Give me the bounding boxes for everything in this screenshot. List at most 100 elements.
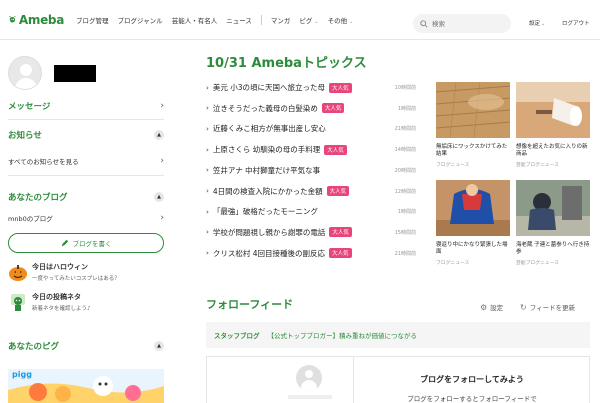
chevron-down-icon: ⌄ — [541, 21, 546, 27]
nav-news[interactable]: ニュース — [226, 15, 252, 25]
message-section[interactable]: メッセージ › — [8, 100, 164, 112]
topic-item[interactable]: › 4日間の検査入院にかかった金額 大人気 12時間前 — [206, 186, 416, 197]
post-idea-tip[interactable]: 今日の投稿ネタ 新着ネタを確認しよう♪ — [8, 292, 91, 312]
tip-subtitle: 一度やってみたいコスプレはある？ — [32, 276, 120, 282]
nav-separator — [260, 14, 262, 25]
news-caption: 寝返り中にかなり緊張した場面 — [436, 242, 508, 256]
blog-name: mnb0のブログ — [8, 215, 53, 223]
avatar-head — [20, 64, 32, 76]
topic-item[interactable]: › 泣きそうだった義母の白髪染め 大人気 1時間前 — [206, 103, 416, 114]
pigg-banner-image — [8, 360, 164, 403]
topic-timestamp: 1時間前 — [397, 105, 416, 112]
news-card[interactable]: 想像を超えたお気に入りの新商品 芸能ブログニュース — [516, 82, 590, 168]
notice-section-header: お知らせ ▲ — [8, 129, 164, 141]
news-card[interactable]: 無垢床にワックスかけてみた結果 ブログニュース — [435, 81, 511, 168]
write-blog-label: ブログを書く — [72, 240, 112, 248]
collapse-icon[interactable]: ▲ — [154, 192, 164, 202]
topic-title: 上原さくら 幼馴染の母の手料理 — [212, 145, 321, 155]
avatar-body — [301, 380, 317, 391]
popular-badge: 大人気 — [329, 248, 352, 259]
news-caption: 海老蔵 子連と墓参りへ行き持参 — [516, 242, 590, 256]
ameba-logo-icon — [9, 15, 16, 22]
avatar[interactable] — [8, 56, 42, 90]
your-blog-label: あなたのブログ — [8, 193, 68, 203]
blog-name-link[interactable]: mnb0のブログ › — [8, 213, 164, 223]
nav-other-label: その他 — [327, 16, 348, 25]
news-card[interactable]: 海老蔵 子連と墓参りへ行き持参 芸能ブログニュース — [516, 180, 590, 266]
search-icon — [420, 19, 428, 28]
logo-text: Ameba — [18, 12, 64, 27]
collapse-icon[interactable]: ▲ — [154, 341, 164, 351]
topics-title: 10/31 Amebaトピックス — [206, 56, 367, 71]
grave-visit-image — [516, 180, 590, 236]
nav-celebrities[interactable]: 芸能人・有名人 — [172, 15, 218, 25]
nav-pigg[interactable]: ピグ ⌄ — [299, 15, 318, 25]
nav-blog-manage[interactable]: ブログ管理 — [76, 15, 109, 25]
popular-badge: 大人気 — [329, 227, 352, 238]
topic-title: クリス松村 4回目接種後の副反応 — [212, 248, 326, 258]
topic-item[interactable]: › 「最強」破格だったモーニング 1時間前 — [206, 206, 416, 217]
nav-pigg-label: ピグ — [299, 16, 313, 25]
all-notices-label: すべてのお知らせを見る — [8, 158, 79, 166]
news-card[interactable]: 寝返り中にかなり緊張した場面 ブログニュース — [436, 180, 510, 266]
topic-item[interactable]: › 笠井アナ 中村獅童だけ平気な事 20時間前 — [206, 165, 416, 176]
halloween-tip[interactable]: 今日はハロウィン 一度やってみたいコスプレはある？ — [8, 262, 120, 282]
all-notices-link[interactable]: すべてのお知らせを見る › — [8, 156, 164, 166]
topic-item[interactable]: › 上原さくら 幼馴染の母の手料理 大人気 14時間前 — [206, 144, 416, 155]
topic-item[interactable]: › クリス松村 4回目接種後の副反応 大人気 21時間前 — [206, 248, 416, 259]
popular-badge: 大人気 — [329, 82, 352, 93]
placeholder-avatar — [296, 365, 322, 391]
follow-prompt-title: ブログをフォローしてみよう — [420, 375, 524, 384]
search-box[interactable] — [413, 14, 511, 33]
chevron-right-icon: › — [160, 156, 164, 166]
logout-link[interactable]: ログアウト — [562, 19, 590, 27]
your-pigg-section-header: あなたのピグ ▲ — [8, 340, 164, 352]
popular-badge: 大人気 — [321, 103, 345, 114]
staff-blog-banner[interactable]: スタッフブログ 【公式トップブロガー】積み重ねが価値につながる — [206, 322, 590, 348]
placeholder-line — [288, 395, 332, 399]
tip-title: 今日はハロウィン — [32, 263, 88, 271]
chevron-right-icon: › — [206, 187, 209, 195]
news-caption: 想像を超えたお気に入りの新商品 — [516, 144, 588, 158]
staff-blog-text: 【公式トップブロガー】積み重ねが価値につながる — [267, 332, 418, 340]
wood-floor-image — [435, 81, 511, 139]
avatar-body — [15, 78, 37, 89]
chevron-right-icon: › — [206, 207, 209, 216]
refresh-icon: ↻ — [520, 302, 527, 312]
popular-badge: 大人気 — [326, 186, 350, 196]
settings-label: 設定 — [529, 21, 541, 27]
refresh-feed-label: フィードを更新 — [529, 304, 576, 312]
news-source: ブログニュース — [436, 260, 470, 266]
nav-manga[interactable]: マンガ — [271, 15, 291, 25]
search-input[interactable] — [432, 19, 502, 28]
tip-subtitle: 新着ネタを確認しよう♪ — [32, 306, 91, 312]
topic-timestamp: 1時間前 — [397, 209, 416, 216]
topic-item[interactable]: › 近藤くみこ相方が無事出産し安心 21時間前 — [206, 123, 416, 134]
chevron-right-icon: › — [206, 83, 209, 92]
divider — [8, 175, 164, 176]
follow-prompt-subtitle: ブログをフォローするとフォローフィードで — [407, 395, 537, 403]
news-caption: 無垢床にワックスかけてみた結果 — [436, 144, 508, 158]
avatar-head — [305, 370, 313, 378]
your-pigg-label: あなたのピグ — [8, 342, 60, 352]
collapse-icon[interactable]: ▲ — [154, 130, 164, 140]
chevron-right-icon: › — [206, 249, 209, 258]
refresh-feed-button[interactable]: ↻ フィードを更新 — [520, 302, 576, 313]
topic-item[interactable]: › 学校が問題視し親から謝罪の電話 大人気 15時間前 — [206, 227, 416, 238]
feed-settings-label: 設定 — [490, 304, 504, 312]
redacted-username — [54, 64, 96, 82]
write-blog-button[interactable]: ブログを書く — [8, 233, 164, 253]
pigg-banner[interactable]: pigg — [8, 360, 164, 403]
ameba-logo[interactable]: Ameba — [8, 11, 64, 29]
settings-link[interactable]: 設定⌄ — [529, 19, 545, 27]
feed-settings-button[interactable]: ⚙ 設定 — [480, 302, 504, 313]
nav-other[interactable]: その他 ⌄ — [328, 15, 354, 25]
nav-blog-genre[interactable]: ブログジャンル — [118, 15, 163, 25]
profile — [8, 56, 96, 90]
primary-nav: ブログ管理 ブログジャンル 芸能人・有名人 ニュース マンガ ピグ ⌄ その他 ⌄ — [76, 14, 362, 25]
chevron-down-icon: ⌄ — [314, 18, 319, 25]
topic-title: 泣きそうだった義母の白髪染め — [212, 103, 318, 113]
topic-item[interactable]: › 美元 小3の頃に天国へ旅立った母 大人気 10時間前 — [206, 82, 416, 93]
mascot-icon — [11, 294, 25, 311]
chevron-down-icon: ⌄ — [349, 18, 354, 25]
